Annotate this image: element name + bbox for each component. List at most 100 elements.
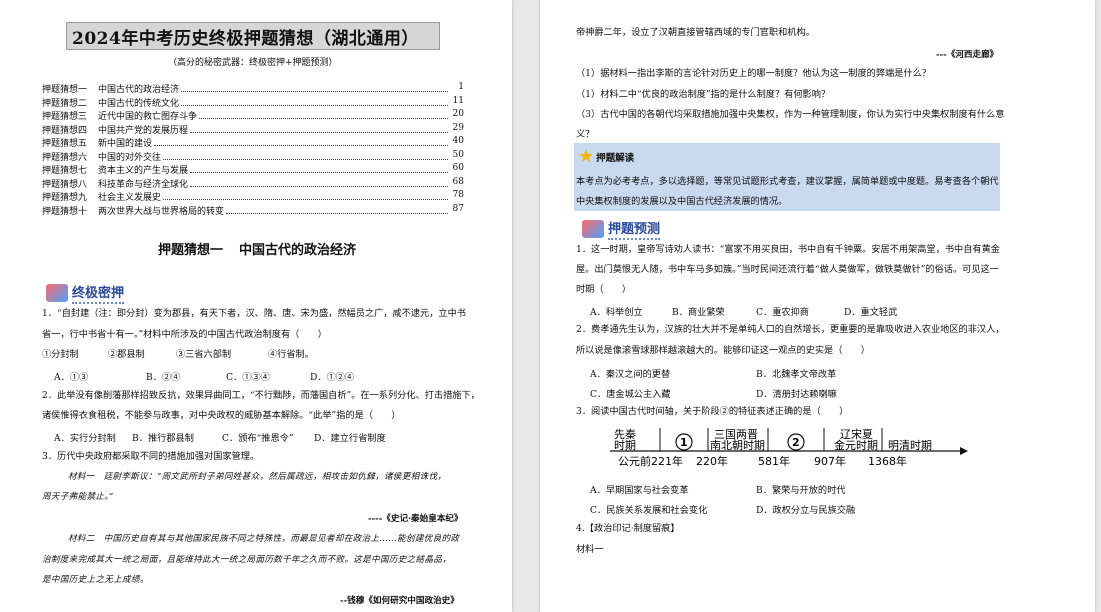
answer-option[interactable]: B．繁荣与开放的时代 [756, 482, 845, 496]
toc-row[interactable]: 押题猜想十 两次世界大战与世界格局的转变 87 [42, 204, 464, 217]
toc-page: 11 [452, 95, 464, 106]
toc-page: 50 [452, 149, 464, 160]
answer-option[interactable]: C．①③④ [226, 369, 270, 383]
badge-label: 押题预测 [608, 218, 661, 240]
toc-title: 中国共产党的发展历程 [98, 125, 189, 136]
answer-option[interactable]: D．清册封达赖喇嘛 [756, 386, 837, 400]
toc-row[interactable]: 押题猜想四 中国共产党的发展历程 29 [42, 123, 464, 136]
badge-icon [582, 220, 604, 238]
answer-option[interactable]: D．重文轻武 [844, 304, 897, 318]
question-1-text: 省一，行中书省十有一。”材料中所涉及的中国古代政治制度有（ ） [42, 329, 327, 340]
toc-row[interactable]: 押题猜想六 中国的对外交往 50 [42, 150, 464, 163]
toc-number: 押题猜想二 [42, 98, 88, 109]
timeline-period: 明清时期 [888, 439, 932, 452]
toc-title: 中国古代的政治经济 [98, 85, 180, 95]
answer-option[interactable]: A．实行分封制 [54, 430, 116, 444]
answer-option[interactable]: C．民族关系发展和社会变化 [590, 502, 707, 516]
toc-number: 押题猜想十 [42, 206, 88, 217]
stage-2-label: 2 [792, 436, 800, 449]
star-icon: ★ [578, 146, 595, 167]
prediction-q2-text: 2．费孝通先生认为，汉族的壮大并不是单纯人口的自然增长，更重要的是靠吸收进入农业… [576, 324, 1005, 335]
answer-option[interactable]: C．颁布“推恩令” [222, 430, 294, 444]
toc-number: 押题猜想九 [42, 193, 88, 203]
toc-number: 押题猜想一 [42, 85, 88, 95]
answer-option[interactable]: A．秦汉之间的更替 [590, 366, 670, 380]
prediction-q4-material: 材料一 [576, 544, 604, 555]
answer-option[interactable]: A．科举创立 [590, 304, 643, 318]
answer-option[interactable]: D．政权分立与民族交融 [756, 502, 855, 516]
toc-row[interactable]: 押题猜想三 近代中国的救亡图存斗争 20 [42, 109, 464, 122]
toc-title: 资本主义的产生与发展 [98, 166, 189, 176]
toc-title: 科技革命与经济全球化 [98, 179, 189, 190]
stage-1-label: 1 [680, 436, 688, 449]
material-text: 是中国历史上之无上成绩。 [42, 575, 149, 585]
material-source: ---《河西走廊》 [936, 50, 999, 60]
toc-number: 押题猜想五 [42, 139, 88, 149]
material-text: 周天子弗能禁止。” [42, 492, 114, 502]
question-3-text: 3．历代中央政府都采取不同的措施加强对国家管理。 [42, 451, 260, 462]
badge-icon [46, 284, 68, 302]
answer-option[interactable]: B．推行郡县制 [132, 430, 194, 444]
timeline-period: 时期 [614, 439, 636, 452]
prediction-q4-text: 4.【政治印记·制度留痕】 [576, 523, 680, 534]
question-1-item: ②郡县制 [108, 349, 145, 360]
timeline-period: 南北朝时期 [710, 439, 765, 452]
answer-option[interactable]: D．①②④ [310, 369, 354, 383]
continued-text: 帝神爵二年，设立了汉朝直接管辖西域的专门官职和机构。 [576, 27, 815, 38]
toc-page: 1 [458, 82, 464, 92]
toc-row[interactable]: 押题猜想九 社会主义发展史 78 [42, 190, 464, 203]
toc-number: 押题猜想七 [42, 166, 88, 176]
answer-option[interactable]: B．北魏孝文帝改革 [756, 366, 836, 380]
toc-number: 押题猜想六 [42, 152, 88, 163]
toc-title: 中国古代的传统文化 [98, 98, 180, 109]
toc-row[interactable]: 押题猜想八 科技革命与经济全球化 68 [42, 177, 464, 190]
material-text: 治制度来完成其大一统之局面，且能维持此大一统之局面历数千年之久而不败。这是中国历… [42, 555, 452, 565]
toc-leader [181, 96, 448, 106]
interpretation-text: 中央集权制度的发展以及中国古代经济发展的情况。 [576, 196, 788, 207]
question-2-text: 诸侯惟得衣食租税，不能参与政事，对中央政权的威胁基本解除。“此举”指的是（ ） [42, 410, 401, 421]
toc-title: 社会主义发展史 [98, 193, 162, 203]
prediction-q1-text: 时期（ ） [576, 284, 632, 295]
toc-page: 60 [452, 163, 464, 173]
toc-number: 押题猜想八 [42, 179, 88, 190]
final-key-badge: 终极密押 [46, 282, 125, 304]
right-document-page: 帝神爵二年，设立了汉朝直接管辖西域的专门官职和机构。 ---《河西走廊》 （1）… [540, 0, 1095, 612]
question-1-item: ④行省制。 [268, 349, 314, 360]
answer-option[interactable]: B．商业繁荣 [672, 304, 725, 318]
answer-option[interactable]: B．②④ [146, 369, 180, 383]
section-heading: 押题猜想一 中国古代的政治经济 [158, 239, 356, 258]
answer-option[interactable]: D．建立行省制度 [314, 430, 386, 444]
prediction-q3-text: 3．阅读中国古代时间轴，关于阶段②的特征表述正确的是（ ） [576, 406, 849, 417]
question-1-item: ③三省六部制 [176, 349, 232, 360]
prediction-q1-text: 1．这一时期，皇帝写诗劝人读书：“富家不用买良田，书中自有千钟粟。安居不用架高堂… [576, 244, 1000, 255]
toc-leader [181, 82, 448, 92]
answer-option[interactable]: A．早期国家与社会变革 [590, 482, 689, 496]
timeline-year: 1368年 [868, 454, 907, 468]
toc-page: 20 [452, 109, 464, 119]
prediction-q2-text: 所以说是像滚雪球那样越滚越大的。能够印证这一观点的史实是（ ） [576, 345, 870, 356]
answer-option[interactable]: C．唐金城公主入藏 [590, 386, 671, 400]
toc-leader [199, 109, 448, 119]
toc-leader [190, 123, 448, 133]
interpretation-text: 本考点为必考考点，多以选择题，等常见试题形式考查，建议掌握，属简单题或中度题。易… [576, 176, 999, 187]
toc-row[interactable]: 押题猜想五 新中国的建设 40 [42, 136, 464, 149]
sub-question: （1）据材料一指出李斯的言论针对历史上的哪一制度？他认为这一制度的弊端是什么？ [576, 68, 931, 79]
toc-title: 近代中国的救亡图存斗争 [98, 112, 198, 122]
toc-title: 中国的对外交往 [98, 152, 162, 163]
material-source: --钱穆《如何研究中国政治史》 [340, 596, 459, 606]
answer-option[interactable]: A．①③ [54, 369, 88, 383]
document-title: 2024年中考历史终极押题猜想（湖北通用） [72, 29, 419, 49]
toc-page: 87 [452, 203, 464, 214]
toc-leader [163, 150, 448, 160]
interpretation-header: ★ 押题解读 [578, 146, 634, 167]
timeline-year: 公元前221年 [618, 454, 683, 468]
timeline-year: 581年 [758, 454, 790, 468]
toc-row[interactable]: 押题猜想二 中国古代的传统文化 11 [42, 96, 464, 109]
answer-option[interactable]: C．重农抑商 [756, 304, 809, 318]
toc-row[interactable]: 押题猜想一 中国古代的政治经济 1 [42, 82, 464, 95]
material-text: 材料一 廷尉李斯议：“周文武所封子弟同姓甚众，然后属疏远，相攻击如仇雠，诸侯更相… [68, 472, 447, 482]
timeline-year: 220年 [696, 454, 728, 468]
prediction-badge: 押题预测 [582, 218, 661, 240]
toc-number: 押题猜想三 [42, 112, 88, 122]
toc-row[interactable]: 押题猜想七 资本主义的产生与发展 60 [42, 163, 464, 176]
